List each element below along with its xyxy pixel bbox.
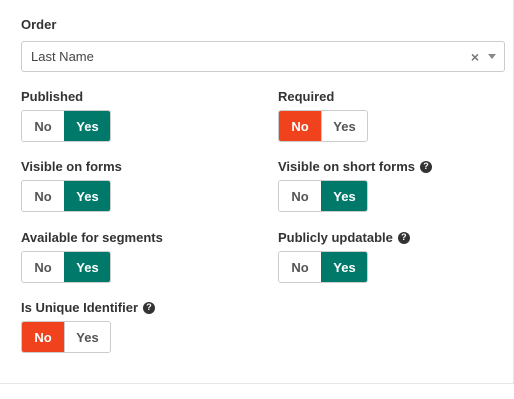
available-for-segments-label-text: Available for segments xyxy=(21,230,163,245)
available-for-segments-toggle: No Yes xyxy=(21,251,111,283)
required-label-text: Required xyxy=(278,89,335,104)
published-no-button[interactable]: No xyxy=(22,111,64,141)
field-settings-panel: Order Last Name × Published No Yes Requi… xyxy=(0,0,514,384)
available-for-segments-yes-button[interactable]: Yes xyxy=(64,252,110,282)
order-select[interactable]: Last Name × xyxy=(21,41,505,72)
is-unique-identifier-yes-button[interactable]: Yes xyxy=(64,322,110,352)
publicly-updatable-label-text: Publicly updatable xyxy=(278,230,393,245)
visible-on-short-forms-label: Visible on short forms ? xyxy=(278,159,433,174)
available-for-segments-label: Available for segments xyxy=(21,230,163,245)
is-unique-identifier-label: Is Unique Identifier ? xyxy=(21,300,156,315)
published-label: Published xyxy=(21,89,83,104)
required-toggle: No Yes xyxy=(278,110,368,142)
chevron-down-icon[interactable] xyxy=(488,54,496,59)
question-circle-icon[interactable]: ? xyxy=(143,301,156,314)
visible-on-forms-no-button[interactable]: No xyxy=(22,181,64,211)
available-for-segments-no-button[interactable]: No xyxy=(22,252,64,282)
visible-on-forms-yes-button[interactable]: Yes xyxy=(64,181,110,211)
published-label-text: Published xyxy=(21,89,84,104)
question-circle-icon[interactable]: ? xyxy=(420,160,433,173)
is-unique-identifier-toggle: No Yes xyxy=(21,321,111,353)
order-label: Order xyxy=(21,17,56,32)
visible-on-forms-label: Visible on forms xyxy=(21,159,122,174)
publicly-updatable-label: Publicly updatable ? xyxy=(278,230,410,245)
published-toggle: No Yes xyxy=(21,110,111,142)
visible-on-forms-label-text: Visible on forms xyxy=(21,159,122,174)
order-select-value: Last Name xyxy=(31,49,94,64)
required-yes-button[interactable]: Yes xyxy=(321,111,367,141)
published-yes-button[interactable]: Yes xyxy=(64,111,110,141)
is-unique-identifier-no-button[interactable]: No xyxy=(22,322,64,352)
visible-on-forms-toggle: No Yes xyxy=(21,180,111,212)
is-unique-identifier-label-text: Is Unique Identifier xyxy=(21,300,139,315)
publicly-updatable-toggle: No Yes xyxy=(278,251,368,283)
publicly-updatable-yes-button[interactable]: Yes xyxy=(321,252,367,282)
publicly-updatable-no-button[interactable]: No xyxy=(279,252,321,282)
required-label: Required xyxy=(278,89,334,104)
order-label-text: Order xyxy=(21,17,57,32)
clear-icon[interactable]: × xyxy=(471,49,479,65)
visible-on-short-forms-toggle: No Yes xyxy=(278,180,368,212)
visible-on-short-forms-yes-button[interactable]: Yes xyxy=(321,181,367,211)
required-no-button[interactable]: No xyxy=(279,111,321,141)
question-circle-icon[interactable]: ? xyxy=(397,231,410,244)
visible-on-short-forms-label-text: Visible on short forms xyxy=(278,159,416,174)
visible-on-short-forms-no-button[interactable]: No xyxy=(279,181,321,211)
